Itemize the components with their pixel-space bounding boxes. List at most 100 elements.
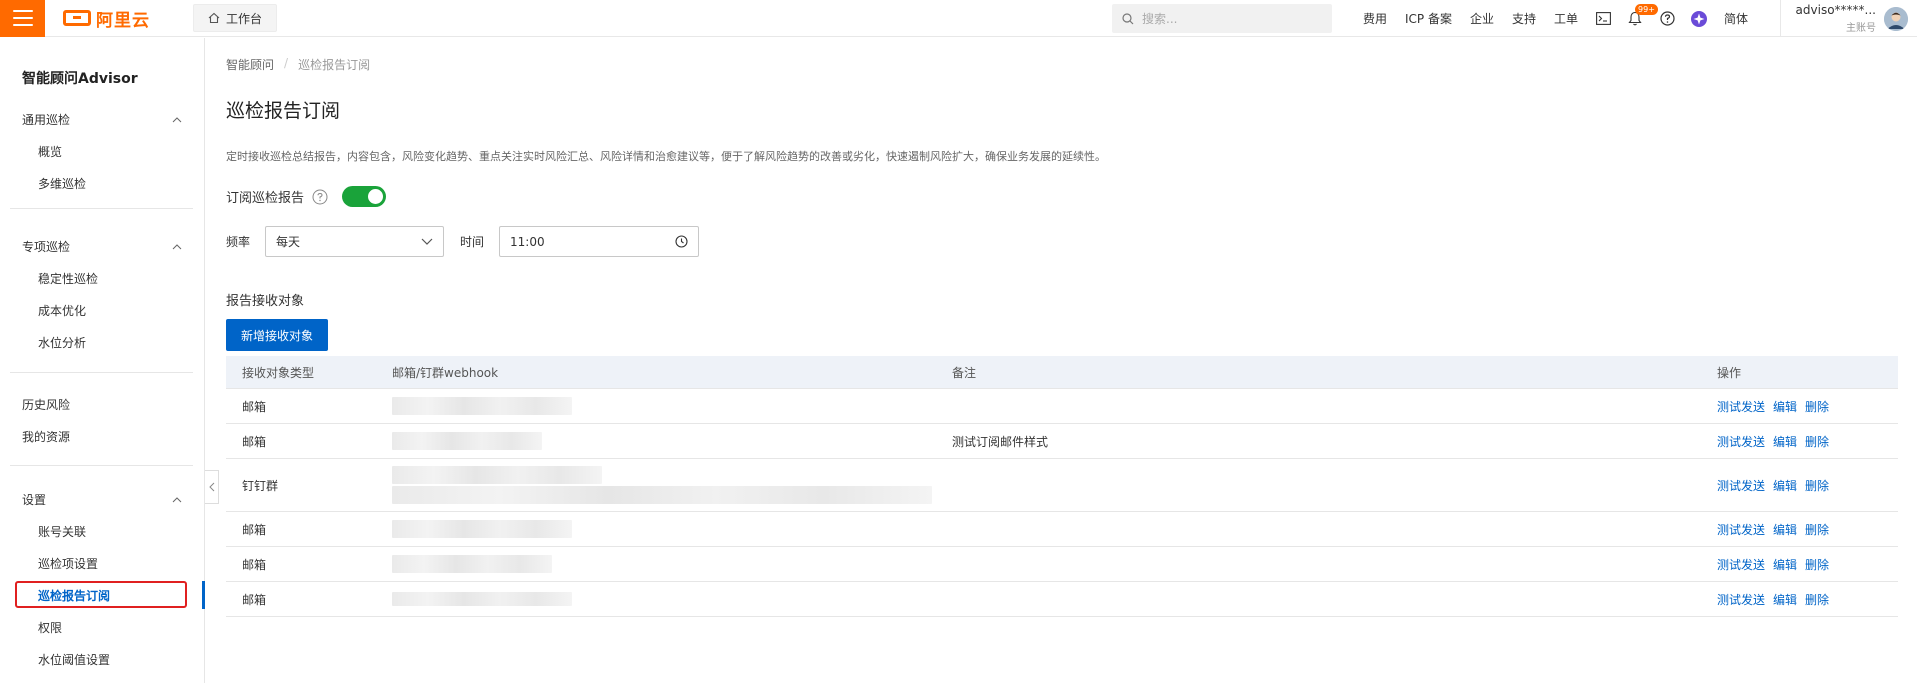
recipient-type: 邮箱 xyxy=(242,522,267,537)
subscribe-row: 订阅巡检报告 xyxy=(226,186,387,207)
sidebar-group-settings[interactable]: 设置 xyxy=(22,491,182,508)
nav-icp-link[interactable]: ICP 备案 xyxy=(1396,10,1461,27)
sidebar-item-my-resources[interactable]: 我的资源 xyxy=(22,428,70,445)
search-input[interactable] xyxy=(1142,11,1322,26)
test-send-link[interactable]: 测试发送 xyxy=(1717,477,1765,494)
workbench-button[interactable]: 工作台 xyxy=(193,4,278,32)
sidebar-item-inspection-settings[interactable]: 巡检项设置 xyxy=(38,555,98,572)
terminal-icon[interactable] xyxy=(1587,0,1619,37)
sidebar-item-cost[interactable]: 成本优化 xyxy=(38,302,86,319)
test-send-link[interactable]: 测试发送 xyxy=(1717,398,1765,415)
redacted-address xyxy=(392,592,572,606)
chevron-up-icon xyxy=(172,116,182,122)
account-menu[interactable]: adviso*****... 主账号 xyxy=(1780,0,1917,37)
edit-link[interactable]: 编辑 xyxy=(1773,433,1797,450)
account-name: adviso*****... xyxy=(1795,3,1876,17)
subscribe-label: 订阅巡检报告 xyxy=(226,191,305,206)
sidebar-item-stability[interactable]: 稳定性巡检 xyxy=(38,270,98,287)
redacted-address xyxy=(392,397,572,415)
recipient-type: 邮箱 xyxy=(242,434,267,449)
edit-link[interactable]: 编辑 xyxy=(1773,477,1797,494)
test-send-link[interactable]: 测试发送 xyxy=(1717,591,1765,608)
sidebar-item-watermark[interactable]: 水位分析 xyxy=(38,334,86,351)
column-header-note: 备注 xyxy=(952,365,977,380)
nav-billing-link[interactable]: 费用 xyxy=(1354,10,1396,27)
chevron-down-icon xyxy=(421,238,433,245)
sidebar-item-history-risk[interactable]: 历史风险 xyxy=(22,396,70,413)
sidebar-item-permissions[interactable]: 权限 xyxy=(38,619,62,636)
frequency-label: 频率 xyxy=(226,235,251,249)
delete-link[interactable]: 删除 xyxy=(1805,433,1829,450)
column-header-type: 接收对象类型 xyxy=(242,365,315,380)
sidebar-item-report-subscription[interactable]: 巡检报告订阅 xyxy=(38,587,110,604)
time-value: 11:00 xyxy=(510,234,545,249)
sidebar-divider xyxy=(10,372,193,373)
sidebar-group-special-inspection[interactable]: 专项巡检 xyxy=(22,238,182,255)
recipients-table: 接收对象类型 邮箱/钉群webhook 备注 操作 邮箱 测试发送 编辑 删除 … xyxy=(226,356,1898,617)
table-row: 邮箱 测试发送 编辑 删除 xyxy=(226,547,1898,582)
recipient-note: 测试订阅邮件样式 xyxy=(952,434,1049,449)
language-switch[interactable]: 简体 xyxy=(1715,10,1757,27)
sidebar-divider xyxy=(10,208,193,209)
active-indicator xyxy=(202,581,205,609)
nav-enterprise-link[interactable]: 企业 xyxy=(1461,10,1503,27)
breadcrumb-separator: / xyxy=(284,56,289,70)
sidebar-group-general-inspection[interactable]: 通用巡检 xyxy=(22,111,182,128)
recipients-section-title: 报告接收对象 xyxy=(226,294,305,309)
edit-link[interactable]: 编辑 xyxy=(1773,591,1797,608)
ai-assistant-icon[interactable] xyxy=(1683,0,1715,37)
delete-link[interactable]: 删除 xyxy=(1805,477,1829,494)
clock-icon xyxy=(675,235,688,248)
chevron-up-icon xyxy=(172,496,182,502)
chevron-up-icon xyxy=(172,243,182,249)
time-picker[interactable]: 11:00 xyxy=(499,226,700,257)
breadcrumb: 智能顾问 / 巡检报告订阅 xyxy=(226,56,370,73)
table-header: 接收对象类型 邮箱/钉群webhook 备注 操作 xyxy=(226,356,1898,389)
main-content: 智能顾问 / 巡检报告订阅 巡检报告订阅 定时接收巡检总结报告，内容包含，风险变… xyxy=(206,38,1917,683)
page-description: 定时接收巡检总结报告，内容包含，风险变化趋势、重点关注实时风险汇总、风险详情和治… xyxy=(226,150,1106,163)
delete-link[interactable]: 删除 xyxy=(1805,591,1829,608)
table-row: 邮箱 测试发送 编辑 删除 xyxy=(226,512,1898,547)
delete-link[interactable]: 删除 xyxy=(1805,521,1829,538)
frequency-select[interactable]: 每天 xyxy=(265,226,445,257)
nav-support-link[interactable]: 支持 xyxy=(1503,10,1545,27)
column-header-address: 邮箱/钉群webhook xyxy=(392,365,499,380)
aliyun-logo[interactable]: 阿里云 xyxy=(63,6,183,31)
add-recipient-button[interactable]: 新增接收对象 xyxy=(226,319,329,351)
aliyun-logo-icon xyxy=(63,10,91,26)
recipient-type: 邮箱 xyxy=(242,592,267,607)
edit-link[interactable]: 编辑 xyxy=(1773,556,1797,573)
test-send-link[interactable]: 测试发送 xyxy=(1717,556,1765,573)
workbench-label: 工作台 xyxy=(226,11,263,26)
subscribe-toggle[interactable] xyxy=(342,186,387,207)
avatar[interactable] xyxy=(1884,6,1908,31)
test-send-link[interactable]: 测试发送 xyxy=(1717,433,1765,450)
redacted-webhook xyxy=(392,486,932,504)
search-box[interactable] xyxy=(1112,4,1332,33)
edit-link[interactable]: 编辑 xyxy=(1773,398,1797,415)
breadcrumb-advisor[interactable]: 智能顾问 xyxy=(226,56,274,73)
sidebar-item-overview[interactable]: 概览 xyxy=(38,143,62,160)
sidebar-item-account-link[interactable]: 账号关联 xyxy=(38,523,86,540)
sidebar-item-multi-inspection[interactable]: 多维巡检 xyxy=(38,175,86,192)
table-row: 钉钉群 测试发送 编辑 删除 xyxy=(226,459,1898,512)
table-row: 邮箱 测试发送 编辑 删除 xyxy=(226,582,1898,617)
help-circle-icon[interactable] xyxy=(1651,0,1683,37)
nav-ticket-link[interactable]: 工单 xyxy=(1545,10,1587,27)
delete-link[interactable]: 删除 xyxy=(1805,398,1829,415)
bell-icon[interactable]: 99+ xyxy=(1619,0,1658,37)
sidebar: 智能顾问Advisor 通用巡检 概览 多维巡检 专项巡检 稳定性巡检 成本优化… xyxy=(0,38,205,683)
sidebar-title: 智能顾问Advisor xyxy=(22,71,138,87)
sidebar-item-threshold[interactable]: 水位阈值设置 xyxy=(38,651,110,668)
redacted-address xyxy=(392,432,542,450)
question-circle-icon[interactable] xyxy=(312,189,328,205)
page-title: 巡检报告订阅 xyxy=(226,100,341,122)
redacted-address xyxy=(392,520,572,538)
hamburger-menu-icon[interactable] xyxy=(0,0,45,37)
recipient-type: 邮箱 xyxy=(242,399,267,414)
recipient-type: 邮箱 xyxy=(242,557,267,572)
edit-link[interactable]: 编辑 xyxy=(1773,521,1797,538)
delete-link[interactable]: 删除 xyxy=(1805,556,1829,573)
test-send-link[interactable]: 测试发送 xyxy=(1717,521,1765,538)
time-label: 时间 xyxy=(460,235,485,249)
